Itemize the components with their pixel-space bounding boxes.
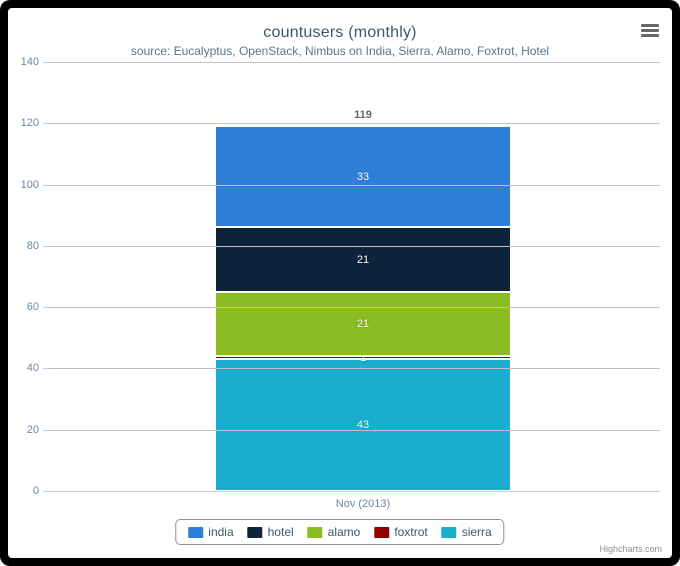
- y-axis-label-120: 120: [20, 117, 39, 130]
- gridline-120: [48, 123, 660, 125]
- stack-total-label: 119: [354, 109, 372, 122]
- chart-legend: india hotel alamo foxtrot sierra: [175, 519, 505, 545]
- gridline-40: [48, 368, 660, 370]
- y-tick-120: [43, 123, 48, 125]
- legend-item-india[interactable]: india: [188, 525, 234, 539]
- y-tick-100: [43, 184, 48, 186]
- stack-segment-label-hotel: 21: [356, 253, 370, 266]
- legend-item-foxtrot[interactable]: foxtrot: [374, 525, 428, 539]
- legend-swatch-sierra: [441, 526, 457, 538]
- legend-label-sierra: sierra: [461, 525, 492, 539]
- hamburger-bar: [641, 34, 659, 37]
- y-axis-label-60: 60: [26, 301, 39, 314]
- y-tick-80: [43, 245, 48, 247]
- gridline-140: [48, 62, 660, 63]
- y-axis-label-0: 0: [32, 485, 39, 497]
- credits-label: Highcharts.com: [599, 544, 662, 554]
- gridline-20: [48, 429, 660, 431]
- y-tick-20: [43, 429, 48, 431]
- legend-label-foxtrot: foxtrot: [394, 525, 428, 539]
- stack-segment-label-alamo: 21: [356, 318, 370, 330]
- y-tick-40: [43, 368, 48, 370]
- stack-segment-foxtrot[interactable]: 1: [216, 352, 510, 364]
- legend-item-alamo[interactable]: alamo: [307, 525, 361, 539]
- chart-surface: countusers (monthly) source: Eucalyptus,…: [8, 8, 672, 558]
- plot-area: 43 1 21 21 33 119 140 120 100 80 60 40 20 0: [21, 56, 660, 497]
- legend-item-sierra[interactable]: sierra: [441, 525, 492, 539]
- stack-segment-india[interactable]: 33: [216, 126, 510, 228]
- hamburger-icon[interactable]: [636, 16, 664, 44]
- y-axis-label-140: 140: [20, 56, 39, 68]
- legend-item-hotel[interactable]: hotel: [247, 525, 294, 539]
- x-axis-line: [48, 491, 660, 492]
- stack-segment-sierra[interactable]: 43: [216, 359, 510, 491]
- x-axis-label-nov-2013: Nov (2013): [335, 498, 391, 510]
- legend-swatch-foxtrot: [374, 526, 390, 538]
- y-axis-label-40: 40: [26, 362, 39, 375]
- stack-segment-label-india: 33: [356, 170, 370, 183]
- gridline-100: [48, 184, 660, 186]
- y-axis-label-80: 80: [26, 239, 39, 252]
- hamburger-bar: [641, 24, 659, 27]
- y-tick-60: [43, 307, 48, 309]
- stack-segment-hotel[interactable]: 21: [216, 227, 510, 292]
- chart-subtitle: source: Eucalyptus, OpenStack, Nimbus on…: [130, 44, 550, 58]
- legend-swatch-alamo: [307, 526, 323, 538]
- legend-label-hotel: hotel: [267, 525, 294, 539]
- gridline-60: [48, 307, 660, 309]
- chart-frame: countusers (monthly) source: Eucalyptus,…: [0, 0, 680, 566]
- gridline-80: [48, 245, 660, 247]
- y-axis-label-20: 20: [26, 423, 39, 436]
- hamburger-bar: [641, 29, 659, 32]
- chart-title: countusers (monthly): [263, 24, 417, 41]
- y-tick-140: [43, 62, 48, 63]
- legend-swatch-india: [188, 526, 204, 538]
- stacked-column-nov-2013[interactable]: 43 1 21 21 33 119: [216, 62, 510, 491]
- legend-swatch-hotel: [247, 526, 263, 538]
- legend-label-india: india: [208, 525, 234, 539]
- legend-label-alamo: alamo: [327, 525, 361, 539]
- y-axis-label-100: 100: [20, 178, 39, 191]
- stack-segment-alamo[interactable]: 21: [216, 291, 510, 357]
